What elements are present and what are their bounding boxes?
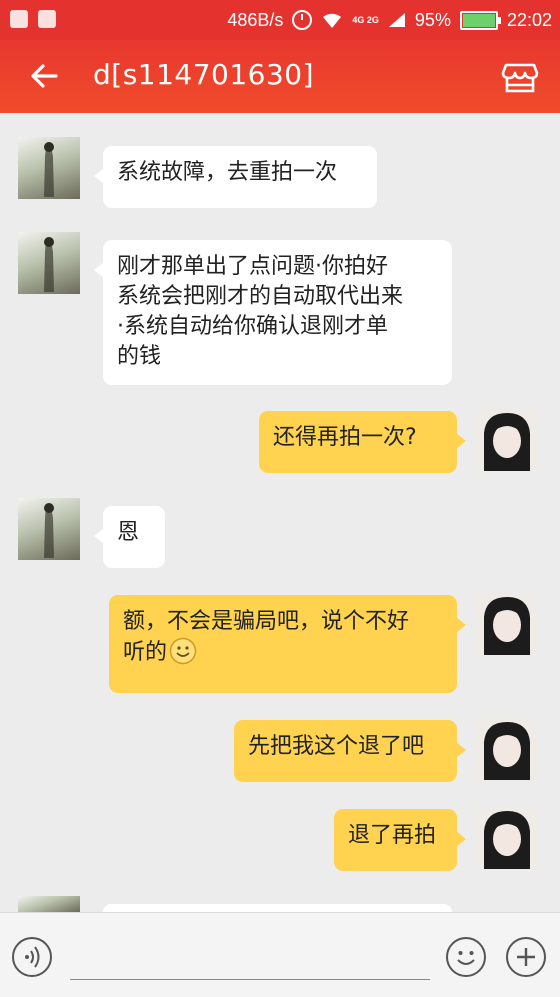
voice-button[interactable] [12, 937, 52, 977]
battery-percent: 95% [414, 9, 451, 30]
wifi-icon [323, 13, 342, 28]
shop-avatar[interactable] [18, 137, 80, 199]
clock: 22:02 [506, 9, 552, 30]
status-right: 486B/s 4G 2G 95% 22:02 [227, 0, 552, 40]
store-button[interactable] [500, 57, 540, 97]
voice-icon [25, 946, 40, 968]
message-input[interactable] [70, 943, 430, 980]
alarm-icon [292, 10, 313, 30]
battery-icon [459, 10, 501, 30]
message-bubble-shop[interactable]: 系统故障，去重拍一次 [94, 146, 377, 208]
emoji-button[interactable] [446, 937, 486, 977]
message-bubble-shop[interactable]: 恩 [94, 506, 165, 568]
message-bubble-me[interactable]: 还得再拍一次? [259, 411, 466, 473]
signal-icon [388, 13, 405, 27]
plus-icon [517, 948, 535, 966]
chat-title: d[s114701630] [93, 58, 315, 91]
more-button[interactable] [506, 937, 546, 977]
my-avatar[interactable] [476, 807, 538, 869]
my-avatar[interactable] [476, 718, 538, 780]
message-text: 额，不会是骗局吧，说个不好 听的 [123, 609, 410, 665]
message-bubble-me[interactable]: 先把我这个退了吧 [234, 720, 466, 782]
message-bubble-shop-partial [103, 904, 452, 912]
emoji-icon [457, 951, 475, 965]
status-bar: 486B/s 4G 2G 95% 22:02 [0, 0, 560, 40]
my-avatar[interactable] [476, 593, 538, 655]
shop-avatar[interactable] [18, 498, 80, 560]
back-button[interactable] [26, 56, 66, 96]
chat-header: d[s114701630] [0, 40, 560, 113]
network-type: 4G 2G [352, 14, 379, 25]
shop-avatar[interactable] [18, 232, 80, 294]
notification-icons [10, 10, 56, 28]
message-bubble-me[interactable]: 额，不会是骗局吧，说个不好 听的 [109, 595, 466, 693]
qq-notification-icon [38, 10, 56, 28]
gallery-notification-icon [10, 10, 28, 28]
message-bubble-me[interactable]: 退了再拍 [334, 809, 466, 871]
input-bar [0, 912, 560, 997]
smile-emoji-icon [169, 637, 197, 665]
back-arrow-icon [31, 64, 58, 88]
network-speed: 486B/s [227, 9, 284, 30]
store-icon [501, 63, 539, 93]
message-bubble-shop[interactable]: 刚才那单出了点问题·你拍好 系统会把刚才的自动取代出来 ·系统自动给你确认退刚才… [94, 240, 452, 385]
shop-avatar[interactable] [18, 896, 80, 912]
my-avatar[interactable] [476, 409, 538, 471]
